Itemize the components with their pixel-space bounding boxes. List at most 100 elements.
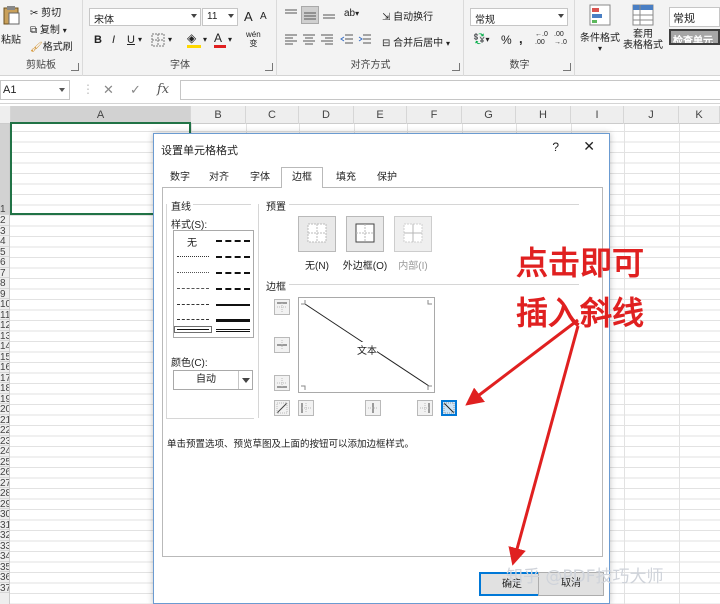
- number-format-select[interactable]: 常规: [470, 8, 568, 26]
- style-normal[interactable]: 常规: [669, 7, 720, 27]
- cancel-formula-button[interactable]: ✕: [103, 82, 114, 98]
- row-header[interactable]: 1: [0, 124, 9, 215]
- line-color-select[interactable]: 自动: [173, 370, 253, 390]
- fill-color-button[interactable]: ◈: [187, 31, 201, 48]
- border-middle-horizontal-button[interactable]: [274, 337, 290, 353]
- column-header-e[interactable]: E: [354, 106, 407, 124]
- line-style-thick[interactable]: [216, 319, 250, 322]
- phonetic-button[interactable]: wén 变: [246, 30, 261, 48]
- row-header[interactable]: 23: [0, 436, 9, 446]
- row-header[interactable]: 11: [0, 310, 9, 320]
- row-header[interactable]: 31: [0, 520, 9, 530]
- dialog-close-button[interactable]: ✕: [583, 138, 595, 155]
- line-style-medium-dash-dot-dot[interactable]: [216, 240, 250, 242]
- dialog-help-button[interactable]: ?: [552, 140, 559, 154]
- row-header[interactable]: 30: [0, 509, 9, 520]
- wrap-text-button[interactable]: ⇲ 自动换行: [382, 8, 433, 23]
- column-header-k[interactable]: K: [679, 106, 720, 124]
- align-top-button[interactable]: [284, 8, 300, 22]
- row-header[interactable]: 16: [0, 362, 9, 373]
- preset-none-button[interactable]: [298, 216, 336, 252]
- row-header[interactable]: 10: [0, 299, 9, 310]
- row-header[interactable]: 22: [0, 425, 9, 436]
- insert-function-button[interactable]: fx: [157, 82, 169, 97]
- copy-button[interactable]: ⧉ 复制 ▾: [30, 21, 67, 36]
- increase-indent-button[interactable]: [358, 33, 374, 47]
- row-header[interactable]: 26: [0, 467, 9, 478]
- column-header-h[interactable]: H: [516, 106, 571, 124]
- row-header[interactable]: 4: [0, 236, 9, 247]
- accounting-button[interactable]: 💱▾: [473, 34, 489, 45]
- row-header[interactable]: 20: [0, 404, 9, 415]
- grow-font-button[interactable]: A: [244, 9, 253, 24]
- align-center-button[interactable]: [302, 33, 318, 47]
- row-header[interactable]: 5: [0, 247, 9, 257]
- orientation-button[interactable]: ab▾: [344, 8, 359, 19]
- increase-decimal-button[interactable]: ←.0.00: [535, 31, 548, 47]
- tab-border[interactable]: 边框: [281, 167, 323, 188]
- column-header-f[interactable]: F: [407, 106, 462, 124]
- column-header-b[interactable]: B: [191, 106, 246, 124]
- align-middle-button[interactable]: [301, 6, 319, 24]
- row-header[interactable]: 24: [0, 446, 9, 457]
- row-header[interactable]: 14: [0, 341, 9, 352]
- row-header[interactable]: 35: [0, 562, 9, 572]
- preset-outline-button[interactable]: [346, 216, 384, 252]
- row-header[interactable]: 8: [0, 278, 9, 289]
- font-color-dropdown-icon[interactable]: ▾: [228, 35, 232, 44]
- row-header[interactable]: 28: [0, 488, 9, 499]
- row-header[interactable]: 27: [0, 478, 9, 488]
- align-bottom-button[interactable]: [322, 8, 338, 22]
- font-size-select[interactable]: 11: [202, 8, 238, 26]
- comma-button[interactable]: ,: [519, 31, 523, 46]
- border-diagonal-down-button[interactable]: [441, 400, 457, 416]
- align-left-button[interactable]: [284, 33, 300, 47]
- decrease-indent-button[interactable]: [340, 33, 356, 47]
- column-header-d[interactable]: D: [299, 106, 354, 124]
- clipboard-launcher[interactable]: [71, 63, 79, 71]
- row-header[interactable]: 21: [0, 415, 9, 425]
- font-launcher[interactable]: [265, 63, 273, 71]
- line-style-none[interactable]: 无: [187, 234, 197, 249]
- border-top-button[interactable]: [274, 299, 290, 315]
- border-middle-vertical-button[interactable]: [365, 400, 381, 416]
- line-style-medium-dashed[interactable]: [216, 288, 250, 290]
- borders-dropdown-icon[interactable]: ▾: [168, 35, 172, 44]
- line-style-medium-dash-dot[interactable]: [216, 272, 250, 274]
- underline-button[interactable]: U: [127, 34, 135, 46]
- row-header[interactable]: 18: [0, 383, 9, 394]
- tab-protection[interactable]: 保护: [370, 167, 404, 187]
- align-right-button[interactable]: [320, 33, 336, 47]
- formula-input[interactable]: [180, 80, 720, 100]
- row-header[interactable]: 34: [0, 551, 9, 562]
- merge-center-button[interactable]: ⊟ 合并后居中 ▾: [382, 34, 450, 49]
- format-as-table-button[interactable]: 套用 表格格式: [622, 4, 664, 51]
- row-header[interactable]: 7: [0, 268, 9, 278]
- tab-alignment[interactable]: 对齐: [202, 167, 236, 187]
- preset-inside-button[interactable]: [394, 216, 432, 252]
- format-painter-button[interactable]: 🖌格式刷: [30, 38, 73, 53]
- line-style-dashed[interactable]: [177, 319, 209, 320]
- tab-fill[interactable]: 填充: [329, 167, 363, 187]
- row-header[interactable]: 12: [0, 320, 9, 331]
- fill-dropdown-icon[interactable]: ▾: [203, 35, 207, 44]
- line-style-hair[interactable]: [177, 256, 209, 257]
- line-style-dash-dot[interactable]: [177, 304, 209, 305]
- row-header[interactable]: 9: [0, 289, 9, 299]
- row-header[interactable]: 36: [0, 572, 9, 583]
- row-header[interactable]: 2: [0, 215, 9, 226]
- row-header[interactable]: 13: [0, 331, 9, 341]
- italic-button[interactable]: I: [112, 34, 115, 46]
- bold-button[interactable]: B: [94, 34, 102, 46]
- row-header[interactable]: 37: [0, 583, 9, 593]
- line-style-list[interactable]: 无: [173, 230, 254, 338]
- paste-button[interactable]: 粘贴: [0, 4, 22, 46]
- number-launcher[interactable]: [563, 63, 571, 71]
- border-left-button[interactable]: [298, 400, 314, 416]
- row-header[interactable]: 25: [0, 457, 9, 467]
- tab-number[interactable]: 数字: [163, 167, 197, 187]
- border-preview[interactable]: 文本: [298, 297, 435, 393]
- row-header[interactable]: 29: [0, 499, 9, 509]
- line-style-double[interactable]: [216, 329, 250, 332]
- column-header-g[interactable]: G: [462, 106, 516, 124]
